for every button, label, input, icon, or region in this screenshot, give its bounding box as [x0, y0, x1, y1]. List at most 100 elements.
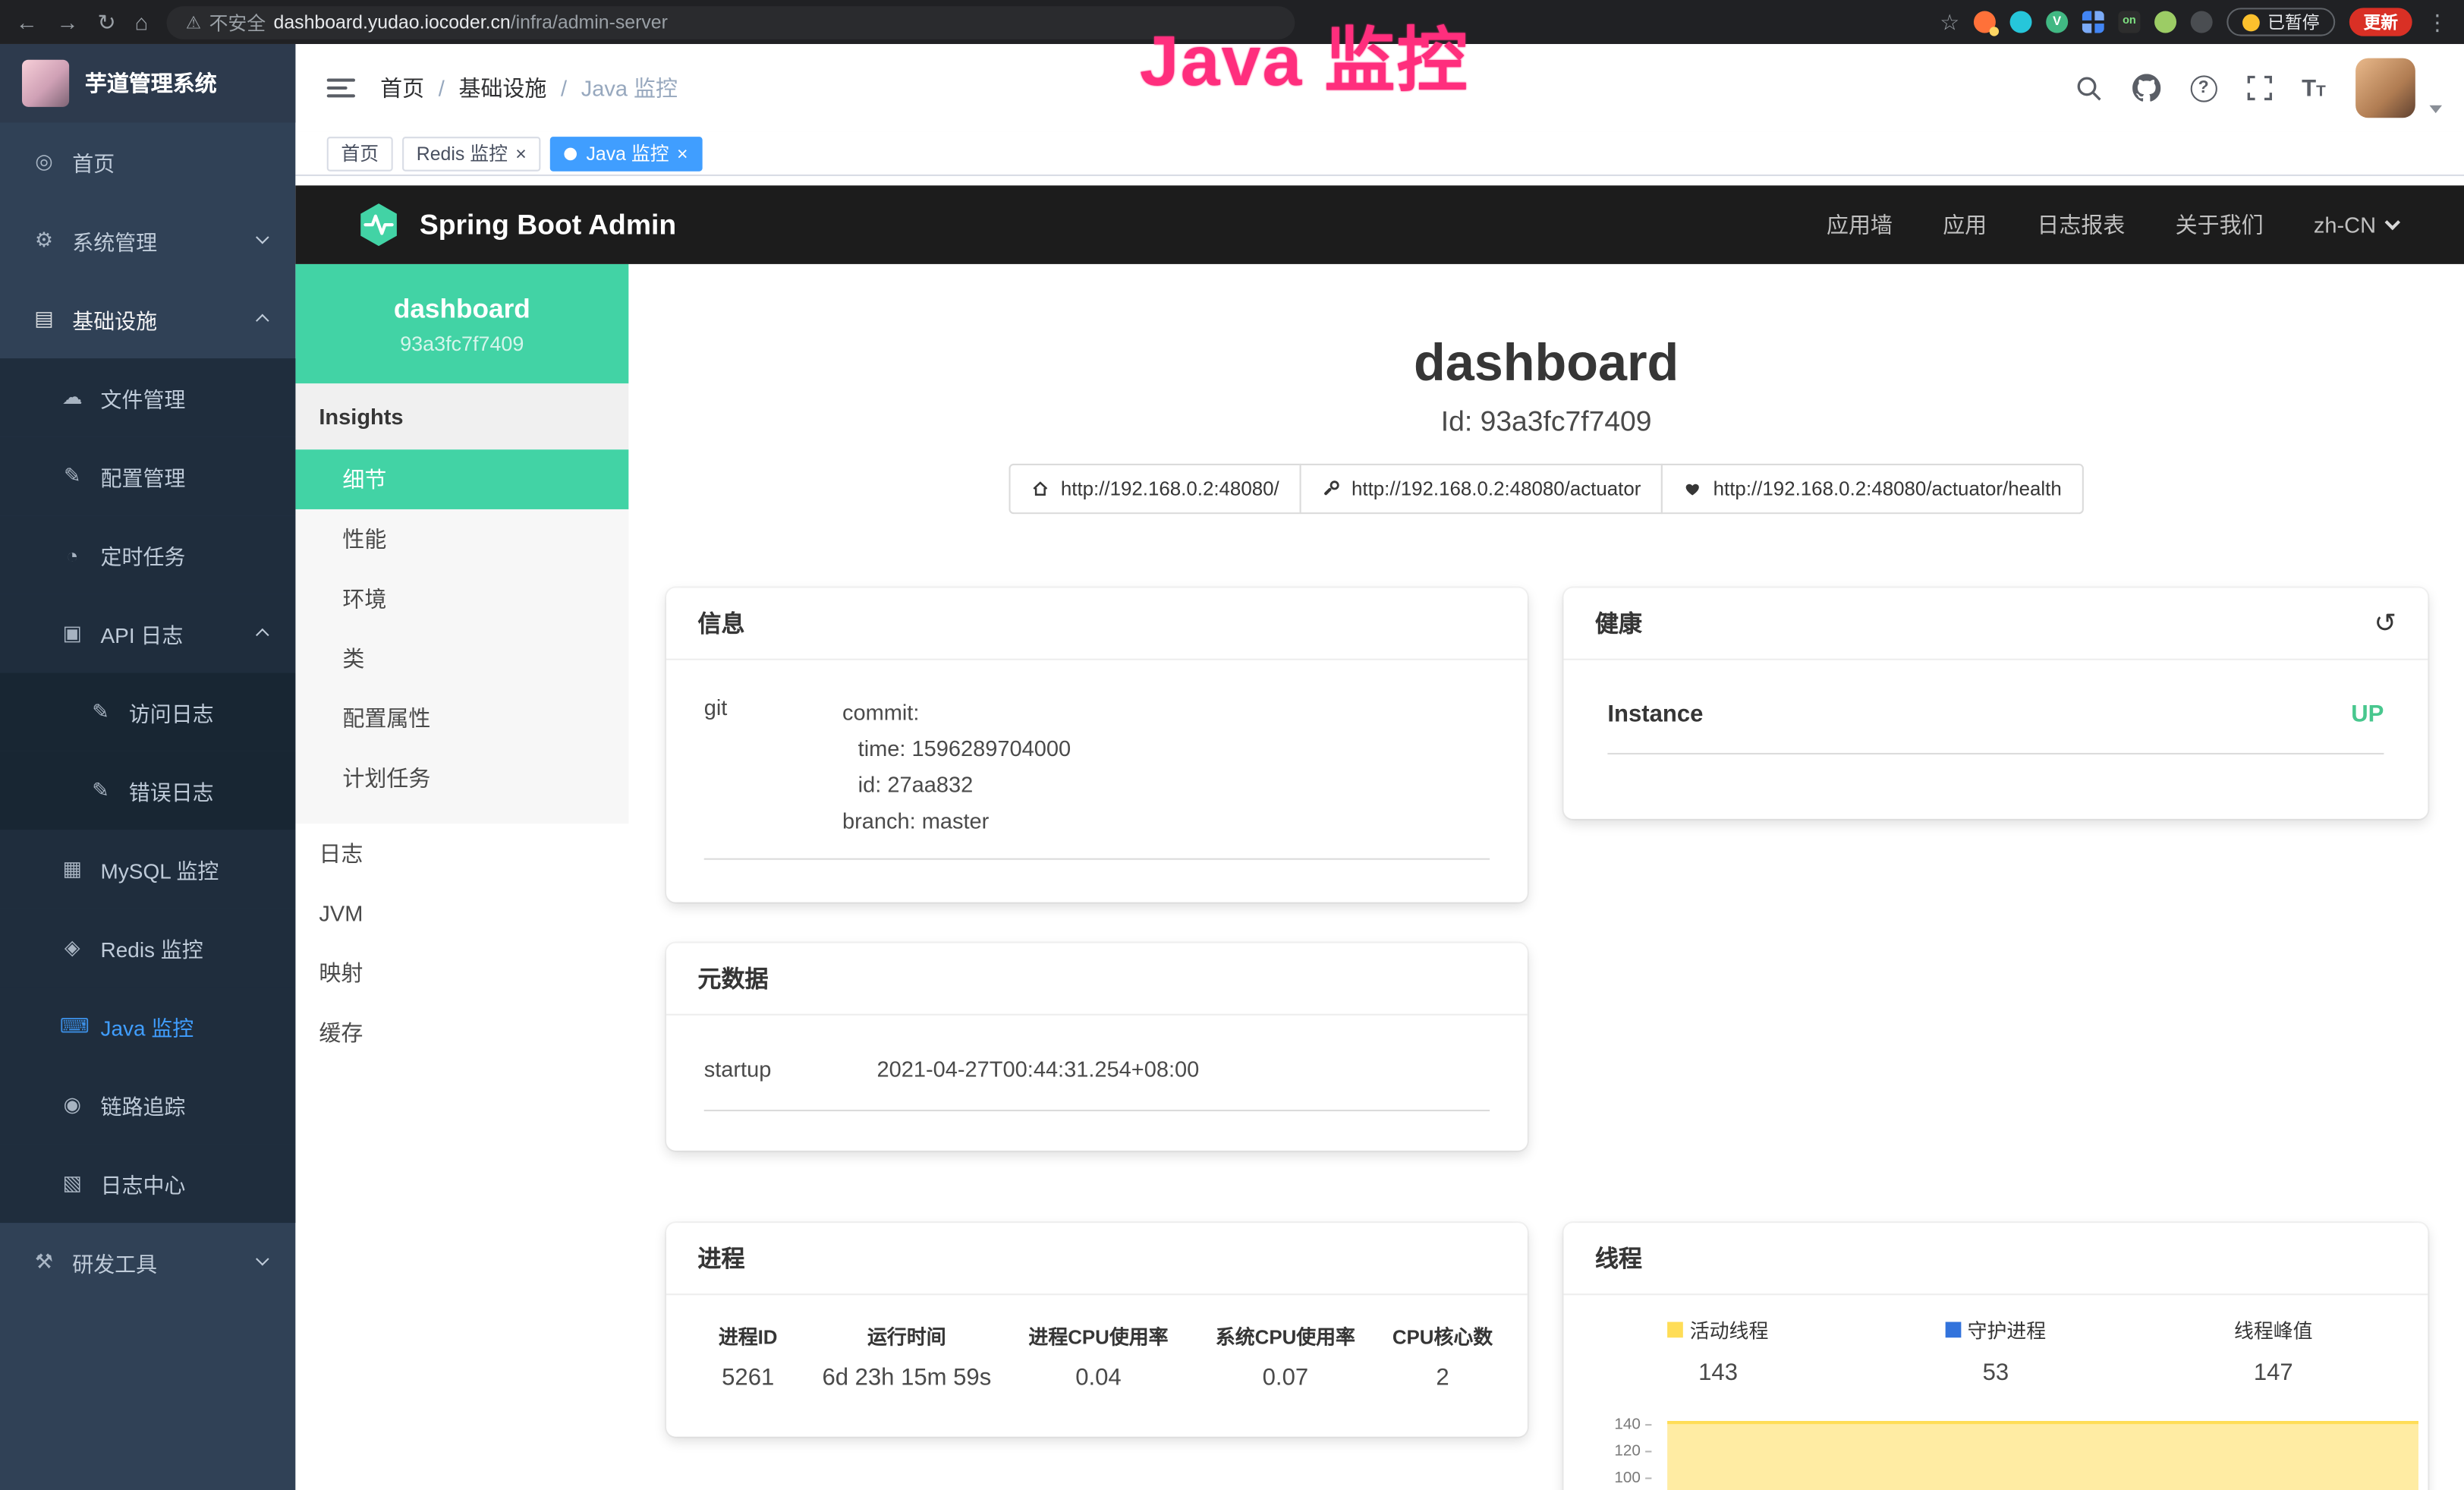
system-cpu: 0.07: [1194, 1364, 1377, 1391]
sidebar-item-access-log[interactable]: ✎ 访问日志: [0, 673, 295, 751]
user-avatar[interactable]: [2355, 58, 2415, 118]
extension-grid-icon[interactable]: [2082, 11, 2104, 33]
top-navbar: 首页 / 基础设施 / Java 监控 ? TT: [295, 44, 2464, 132]
browser-menu-icon[interactable]: ⋮: [2426, 11, 2448, 33]
info-key-git: git: [704, 695, 842, 840]
fullscreen-icon[interactable]: [2247, 75, 2272, 100]
sidebar-item-mysql[interactable]: ▦ MySQL 监控: [0, 830, 295, 909]
daemon-threads-swatch: [1946, 1321, 1962, 1337]
sidebar-item-infra[interactable]: ▤ 基础设施: [0, 280, 295, 359]
extension-row: ☆ V on 已暂停 更新 ⋮: [1940, 8, 2448, 36]
sba-menu-environment[interactable]: 环境: [295, 569, 628, 629]
logo-row[interactable]: 芋道管理系统: [0, 44, 295, 123]
sidebar-item-system[interactable]: ⚙ 系统管理: [0, 201, 295, 280]
font-size-icon[interactable]: TT: [2302, 74, 2326, 101]
warning-icon: ⚠: [186, 12, 201, 33]
peak-threads-value: 147: [2135, 1359, 2412, 1386]
sba-nav-journal[interactable]: 日志报表: [2037, 209, 2125, 240]
info-card-title: 信息: [697, 606, 744, 639]
gear-icon: ⚙: [31, 228, 56, 253]
sidebar-item-file[interactable]: ☁ 文件管理: [0, 358, 295, 437]
sba-menu-logs[interactable]: 日志: [295, 824, 628, 884]
forward-icon[interactable]: →: [57, 11, 79, 33]
sba-nav-applications[interactable]: 应用: [1943, 209, 1987, 240]
y-axis-tick: 140: [1579, 1416, 1651, 1434]
item-label: 错误日志: [129, 775, 214, 806]
sba-main: dashboard Id: 93a3fc7f7409 http://192.16…: [628, 264, 2464, 1490]
sba-menu-mappings[interactable]: 映射: [295, 943, 628, 1003]
github-icon[interactable]: [2132, 74, 2160, 102]
sba-menu-classes[interactable]: 类: [295, 628, 628, 688]
close-icon[interactable]: ×: [515, 142, 527, 164]
item-label: 研发工具: [72, 1246, 157, 1277]
threads-card-title: 线程: [1595, 1242, 1642, 1274]
process-pid: 5261: [685, 1364, 811, 1391]
sba-menu-scheduledtasks[interactable]: 计划任务: [295, 748, 628, 808]
tab-home[interactable]: 首页: [327, 136, 393, 171]
extension-drop-icon[interactable]: [2010, 11, 2032, 33]
update-button[interactable]: 更新: [2349, 8, 2412, 36]
sidebar-item-redis[interactable]: ◈ Redis 监控: [0, 909, 295, 988]
process-uptime: 6d 23h 15m 59s: [811, 1364, 1003, 1391]
instance-url-button[interactable]: http://192.168.0.2:48080/: [1009, 464, 1301, 514]
history-icon[interactable]: ↺: [2374, 607, 2396, 638]
sidebar-item-job[interactable]: ◔ 定时任务: [0, 515, 295, 594]
item-label: 文件管理: [101, 382, 186, 413]
health-instance-row[interactable]: Instance UP: [1607, 701, 2384, 754]
sidebar-item-error-log[interactable]: ✎ 错误日志: [0, 751, 295, 830]
tab-label: 首页: [341, 140, 379, 166]
sba-menu-caches[interactable]: 缓存: [295, 1003, 628, 1063]
close-icon[interactable]: ×: [677, 142, 688, 164]
extension-dark-icon[interactable]: [2191, 11, 2213, 33]
home-icon[interactable]: ⌂: [135, 11, 149, 33]
sba-menu-configprops[interactable]: 配置属性: [295, 688, 628, 748]
sba-nav-wallboard[interactable]: 应用墙: [1827, 209, 1893, 240]
item-label: 日志中心: [101, 1168, 186, 1199]
extension-leaf-icon[interactable]: [2154, 11, 2176, 33]
sidebar-item-log-center[interactable]: ▧ 日志中心: [0, 1145, 295, 1224]
sidebar-item-devtools[interactable]: ⚒ 研发工具: [0, 1223, 295, 1302]
eye-icon: ◉: [60, 1092, 85, 1117]
health-url-button[interactable]: http://192.168.0.2:48080/actuator/health: [1661, 464, 2083, 514]
cpu-cores: 2: [1377, 1364, 1509, 1391]
sidebar-item-java-monitor[interactable]: ⌨ Java 监控: [0, 987, 295, 1066]
sidebar-item-config[interactable]: ✎ 配置管理: [0, 437, 295, 516]
sidebar-item-api-log[interactable]: ▣ API 日志: [0, 594, 295, 673]
extension-fox-icon[interactable]: [1974, 11, 1996, 33]
sidebar-item-tracing[interactable]: ◉ 链路追踪: [0, 1066, 295, 1145]
tab-label: Redis 监控: [417, 140, 508, 166]
edit-icon: ✎: [60, 464, 85, 489]
back-icon[interactable]: ←: [16, 11, 38, 33]
address-bar[interactable]: ⚠ 不安全 dashboard.yudao.iocoder.cn/infra/a…: [167, 5, 1295, 38]
url-text[interactable]: dashboard.yudao.iocoder.cn/infra/admin-s…: [274, 11, 668, 33]
sidebar-item-home[interactable]: ◎ 首页: [0, 123, 295, 202]
extension-on-icon[interactable]: on: [2118, 11, 2140, 33]
sba-locale-select[interactable]: zh-CN: [2314, 213, 2398, 238]
actuator-url-button[interactable]: http://192.168.0.2:48080/actuator: [1300, 464, 1663, 514]
legend-label: 守护进程: [1968, 1314, 2047, 1344]
sba-menu-details[interactable]: 细节: [295, 449, 628, 509]
help-icon[interactable]: ?: [2190, 74, 2217, 101]
paused-badge[interactable]: 已暂停: [2226, 8, 2335, 36]
tab-java-monitor[interactable]: Java 监控 ×: [550, 136, 702, 171]
breadcrumb-infra[interactable]: 基础设施: [458, 72, 546, 103]
extension-vue-icon[interactable]: V: [2046, 11, 2068, 33]
tab-redis-monitor[interactable]: Redis 监控 ×: [402, 136, 540, 171]
sba-menu-metrics[interactable]: 性能: [295, 509, 628, 569]
avatar-caret-icon: [2429, 105, 2442, 112]
sba-menu-jvm[interactable]: JVM: [295, 884, 628, 943]
security-label[interactable]: 不安全: [209, 8, 266, 35]
item-label: 访问日志: [129, 696, 214, 727]
locale-label: zh-CN: [2314, 213, 2376, 238]
process-cpu: 0.04: [1002, 1364, 1194, 1391]
reload-icon[interactable]: ↻: [97, 11, 115, 33]
sba-brand[interactable]: Spring Boot Admin: [355, 201, 676, 248]
breadcrumb-home[interactable]: 首页: [380, 72, 424, 103]
sidebar-toggle-icon[interactable]: [327, 74, 355, 102]
sba-nav-about[interactable]: 关于我们: [2176, 209, 2264, 240]
process-header: 系统CPU使用率: [1194, 1320, 1377, 1350]
item-label: 首页: [72, 146, 115, 178]
bookmark-star-icon[interactable]: ☆: [1940, 11, 1959, 33]
sba-instance-header[interactable]: dashboard 93a3fc7f7409: [295, 264, 628, 383]
search-icon[interactable]: [2075, 74, 2102, 101]
